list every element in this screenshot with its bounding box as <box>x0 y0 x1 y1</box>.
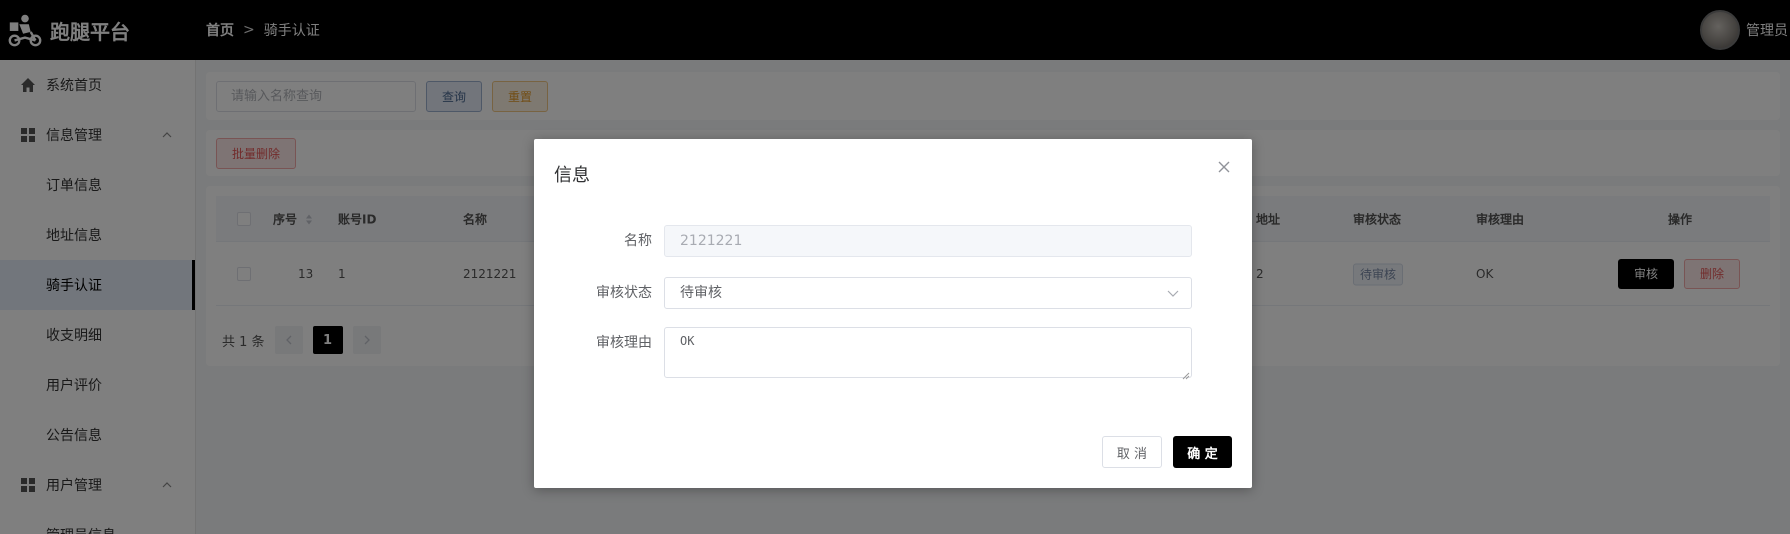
status-select-value: 待审核 <box>680 285 722 301</box>
cancel-button[interactable]: 取 消 <box>1102 436 1162 468</box>
info-dialog: 信息 名称 2121221 审核状态 待审核 审核理由 OK 取 消 确 定 <box>534 139 1252 488</box>
status-label: 审核状态 <box>596 285 652 301</box>
resize-grip-icon[interactable] <box>1182 372 1190 380</box>
name-field: 2121221 <box>664 225 1192 257</box>
chevron-down-icon <box>1167 290 1179 297</box>
form-row-name: 名称 2121221 <box>554 225 1214 257</box>
confirm-button[interactable]: 确 定 <box>1173 436 1232 468</box>
dialog-title: 信息 <box>554 165 590 186</box>
name-label: 名称 <box>624 233 652 249</box>
close-icon[interactable] <box>1216 159 1232 175</box>
form-row-status: 审核状态 待审核 <box>554 277 1214 309</box>
reason-textarea[interactable]: OK <box>664 327 1192 378</box>
status-select[interactable]: 待审核 <box>664 277 1192 309</box>
form-row-reason: 审核理由 OK <box>554 327 1214 382</box>
reason-textarea-wrapper: OK <box>664 327 1192 382</box>
reason-label: 审核理由 <box>596 335 652 351</box>
